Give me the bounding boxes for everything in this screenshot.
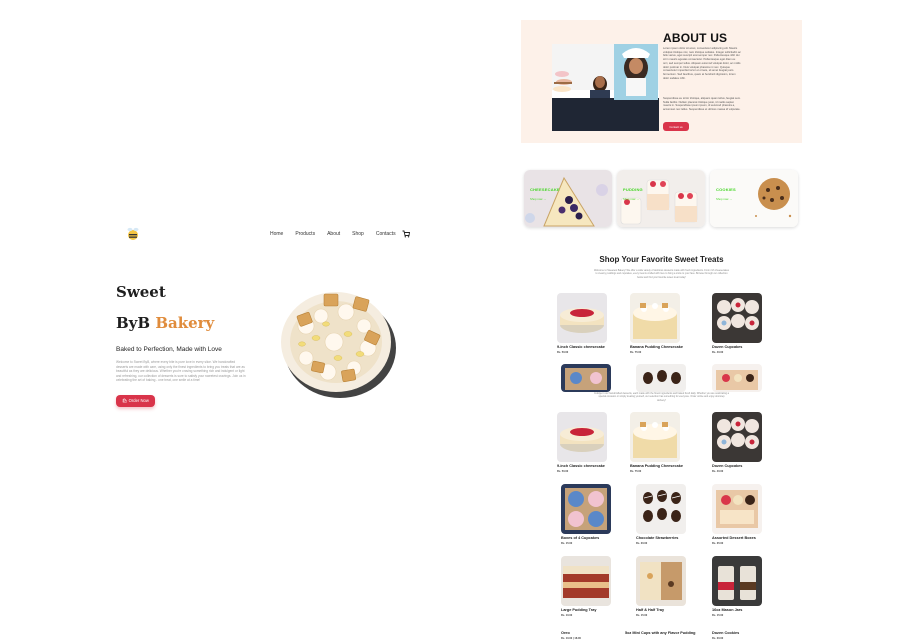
nav-contacts-link[interactable]: Contacts [376, 231, 396, 237]
product-name: Boxes of 4 Cupcakes [561, 536, 600, 540]
category-label-pudding: PUDDING [623, 187, 643, 192]
category-shop-link-cookies[interactable]: Shop now → [716, 197, 732, 201]
product-price: Rs. 15.00 [636, 614, 648, 617]
shop-description-2: Indulge in our handcrafted desserts, eac… [594, 392, 729, 402]
product-price: Rs. 10.00 [561, 614, 573, 617]
about-title: ABOUT US [663, 31, 728, 45]
nav-home-link[interactable]: Home [270, 231, 283, 237]
category-shop-link-cheesecake[interactable]: Shop now → [530, 197, 546, 201]
about-section: ABOUT US Lorem ipsum dolor sit amet, con… [521, 20, 802, 143]
chocolate-strawberries-image [636, 364, 686, 392]
product-name: Dozen Cupcakes [712, 345, 743, 349]
category-label-cookies: COOKIES [716, 187, 736, 192]
banana-pudding-cake-image [281, 292, 396, 398]
order-now-button[interactable]: 🛍 Order Now [116, 395, 155, 407]
product-name: Chocolate Strawberries [636, 536, 679, 540]
navbar: Home Products About Shop Contacts [126, 226, 416, 244]
nav-about-link[interactable]: About [327, 231, 340, 237]
product-name: 9-inch Classic cheesecake [557, 464, 605, 468]
product-name: 5oz Mini Cups with any Flavor Pudding [625, 631, 696, 635]
product-name: 16oz Mason Jars [712, 608, 743, 612]
product-price: Rs. 40.00 [712, 470, 724, 473]
product-price: Rs. 20.00 [636, 542, 648, 545]
classic-cheesecake-image [557, 293, 607, 343]
product-name: Assorted Dessert Boxes [712, 536, 756, 540]
banana-pudding-cheesecake-image [630, 293, 680, 343]
product-name: 9-inch Classic cheesecake [557, 345, 605, 349]
mason-jars-image [712, 556, 762, 606]
product-name: Large Pudding Tray [561, 608, 597, 612]
product-price: Rs. 15.00 [561, 542, 573, 545]
product-name: Half & Half Tray [636, 608, 665, 612]
chocolate-strawberries-image [636, 484, 686, 534]
category-card-cheesecake[interactable]: CHEESECAKE Shop now → [524, 170, 612, 227]
nav-products-link[interactable]: Products [295, 231, 315, 237]
half-and-half-tray-image [636, 556, 686, 606]
cart-icon[interactable] [402, 230, 410, 238]
contact-us-button[interactable]: Contact us [663, 122, 689, 131]
about-paragraph-1: Lorem ipsum dolor sit amet, consectetur … [663, 47, 741, 80]
classic-cheesecake-image [557, 412, 607, 462]
product-name: Dozen Cupcakes [712, 464, 743, 468]
product-price: Rs. 75.00 [630, 351, 642, 354]
baker-photo-image [552, 44, 659, 131]
product-name: Banana Pudding Cheesecake [630, 345, 683, 349]
shop-description: Welcome to Sweetest Bakery! We offer a w… [594, 269, 729, 279]
hero-title-line1: Sweet [116, 283, 166, 301]
assorted-dessert-boxes-image [712, 484, 762, 534]
hero-tagline: Baked to Perfection, Made with Love [116, 346, 222, 353]
product-price: Rs. 15.00 [712, 614, 724, 617]
dessert-box-image [712, 364, 762, 392]
about-paragraph-2: Suspendisse eu tortor tristique, aliquam… [663, 97, 741, 112]
dozen-cupcakes-image [712, 293, 762, 343]
product-price: Rs. 35.00 [712, 542, 724, 545]
banana-pudding-cheesecake-image [630, 412, 680, 462]
box-of-4-cupcakes-image [561, 484, 611, 534]
category-card-cookies[interactable]: COOKIES Shop now → [710, 170, 798, 227]
dozen-cupcakes-image [712, 412, 762, 462]
product-price: Rs. 50.00 [557, 470, 569, 473]
hero-title-bakery: Bakery [155, 314, 215, 332]
product-price: Rs. 40.00 [712, 351, 724, 354]
large-pudding-tray-image [561, 556, 611, 606]
product-name: Oreo [561, 631, 570, 635]
category-card-pudding[interactable]: PUDDING Shop now → [617, 170, 705, 227]
product-name: Banana Pudding Cheesecake [630, 464, 683, 468]
hero-title-byb: ByB [116, 314, 151, 332]
category-label-cheesecake: CHEESECAKE [530, 187, 560, 192]
product-price: Rs. 50.00 [557, 351, 569, 354]
box-of-cupcakes-image [561, 364, 611, 392]
product-name: Dozen Cookies [712, 631, 740, 635]
hero-title-line2: ByB Bakery [116, 314, 214, 332]
category-shop-link-pudding[interactable]: Shop now → [623, 197, 639, 201]
product-price: Rs. 20.00 [712, 637, 724, 640]
hero-description: Welcome to Sweet ByB, where every bite i… [116, 360, 246, 383]
bee-logo-icon[interactable] [126, 226, 140, 242]
nav-shop-link[interactable]: Shop [352, 231, 364, 237]
shop-title: Shop Your Favorite Sweet Treats [599, 255, 724, 264]
product-price: Rs. 75.00 [630, 470, 642, 473]
product-price: Rs. 10.00 | 18.00 [561, 637, 581, 640]
